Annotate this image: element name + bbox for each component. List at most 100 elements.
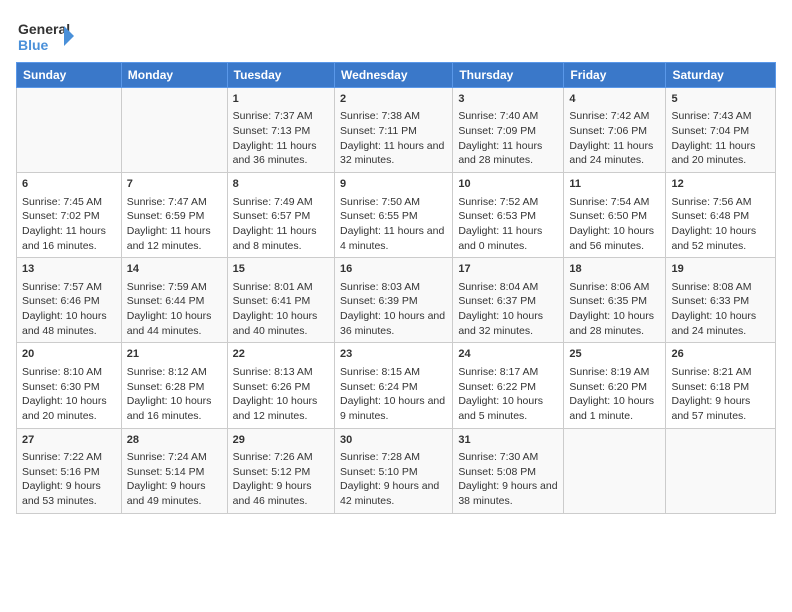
- cell-line-1: Sunset: 6:20 PM: [569, 380, 660, 395]
- day-number: 3: [458, 92, 558, 107]
- col-header-friday: Friday: [564, 63, 666, 88]
- cell-line-2: Daylight: 10 hours and 40 minutes.: [233, 309, 329, 338]
- calendar-cell-w3d0: 20Sunrise: 8:10 AMSunset: 6:30 PMDayligh…: [17, 343, 122, 428]
- logo-svg: GeneralBlue: [16, 16, 76, 56]
- day-number: 1: [233, 92, 329, 107]
- day-number: 6: [22, 177, 116, 192]
- day-number: 15: [233, 262, 329, 277]
- calendar-cell-w1d2: 8Sunrise: 7:49 AMSunset: 6:57 PMDaylight…: [227, 173, 334, 258]
- cell-line-1: Sunset: 6:28 PM: [127, 380, 222, 395]
- cell-line-1: Sunset: 6:46 PM: [22, 294, 116, 309]
- cell-line-1: Sunset: 6:33 PM: [671, 294, 770, 309]
- cell-line-2: Daylight: 10 hours and 52 minutes.: [671, 224, 770, 253]
- cell-line-0: Sunrise: 8:21 AM: [671, 365, 770, 380]
- day-number: 12: [671, 177, 770, 192]
- calendar-cell-w0d4: 3Sunrise: 7:40 AMSunset: 7:09 PMDaylight…: [453, 88, 564, 173]
- cell-line-1: Sunset: 7:06 PM: [569, 124, 660, 139]
- day-number: 2: [340, 92, 447, 107]
- calendar-cell-w2d2: 15Sunrise: 8:01 AMSunset: 6:41 PMDayligh…: [227, 258, 334, 343]
- day-number: 21: [127, 347, 222, 362]
- cell-line-0: Sunrise: 8:06 AM: [569, 280, 660, 295]
- cell-line-1: Sunset: 6:59 PM: [127, 209, 222, 224]
- cell-line-2: Daylight: 10 hours and 48 minutes.: [22, 309, 116, 338]
- col-header-monday: Monday: [121, 63, 227, 88]
- calendar-cell-w2d4: 17Sunrise: 8:04 AMSunset: 6:37 PMDayligh…: [453, 258, 564, 343]
- cell-line-2: Daylight: 11 hours and 4 minutes.: [340, 224, 447, 253]
- cell-line-0: Sunrise: 7:22 AM: [22, 450, 116, 465]
- cell-line-0: Sunrise: 8:17 AM: [458, 365, 558, 380]
- cell-line-2: Daylight: 9 hours and 53 minutes.: [22, 479, 116, 508]
- cell-line-1: Sunset: 6:41 PM: [233, 294, 329, 309]
- day-number: 7: [127, 177, 222, 192]
- cell-line-0: Sunrise: 7:52 AM: [458, 195, 558, 210]
- cell-line-2: Daylight: 10 hours and 12 minutes.: [233, 394, 329, 423]
- cell-line-2: Daylight: 9 hours and 42 minutes.: [340, 479, 447, 508]
- calendar-cell-w4d5: [564, 428, 666, 513]
- day-number: 26: [671, 347, 770, 362]
- cell-line-1: Sunset: 5:16 PM: [22, 465, 116, 480]
- col-header-thursday: Thursday: [453, 63, 564, 88]
- cell-line-0: Sunrise: 7:59 AM: [127, 280, 222, 295]
- cell-line-2: Daylight: 11 hours and 24 minutes.: [569, 139, 660, 168]
- page-header: GeneralBlue: [16, 16, 776, 56]
- day-number: 24: [458, 347, 558, 362]
- cell-line-1: Sunset: 7:13 PM: [233, 124, 329, 139]
- calendar-cell-w1d6: 12Sunrise: 7:56 AMSunset: 6:48 PMDayligh…: [666, 173, 776, 258]
- cell-line-2: Daylight: 11 hours and 36 minutes.: [233, 139, 329, 168]
- cell-line-0: Sunrise: 8:10 AM: [22, 365, 116, 380]
- calendar-cell-w2d6: 19Sunrise: 8:08 AMSunset: 6:33 PMDayligh…: [666, 258, 776, 343]
- cell-line-0: Sunrise: 7:40 AM: [458, 109, 558, 124]
- cell-line-0: Sunrise: 7:24 AM: [127, 450, 222, 465]
- cell-line-1: Sunset: 7:09 PM: [458, 124, 558, 139]
- cell-line-2: Daylight: 10 hours and 56 minutes.: [569, 224, 660, 253]
- cell-line-1: Sunset: 6:26 PM: [233, 380, 329, 395]
- logo: GeneralBlue: [16, 16, 76, 56]
- cell-line-2: Daylight: 10 hours and 36 minutes.: [340, 309, 447, 338]
- cell-line-0: Sunrise: 7:54 AM: [569, 195, 660, 210]
- cell-line-0: Sunrise: 7:37 AM: [233, 109, 329, 124]
- cell-line-2: Daylight: 10 hours and 5 minutes.: [458, 394, 558, 423]
- calendar-cell-w0d0: [17, 88, 122, 173]
- cell-line-1: Sunset: 7:04 PM: [671, 124, 770, 139]
- cell-line-1: Sunset: 6:24 PM: [340, 380, 447, 395]
- cell-line-1: Sunset: 6:18 PM: [671, 380, 770, 395]
- cell-line-2: Daylight: 10 hours and 28 minutes.: [569, 309, 660, 338]
- cell-line-0: Sunrise: 8:19 AM: [569, 365, 660, 380]
- calendar-cell-w3d3: 23Sunrise: 8:15 AMSunset: 6:24 PMDayligh…: [335, 343, 453, 428]
- cell-line-2: Daylight: 10 hours and 32 minutes.: [458, 309, 558, 338]
- cell-line-0: Sunrise: 7:47 AM: [127, 195, 222, 210]
- cell-line-2: Daylight: 11 hours and 8 minutes.: [233, 224, 329, 253]
- calendar-cell-w4d2: 29Sunrise: 7:26 AMSunset: 5:12 PMDayligh…: [227, 428, 334, 513]
- cell-line-1: Sunset: 5:10 PM: [340, 465, 447, 480]
- cell-line-0: Sunrise: 7:30 AM: [458, 450, 558, 465]
- cell-line-1: Sunset: 6:48 PM: [671, 209, 770, 224]
- day-number: 23: [340, 347, 447, 362]
- col-header-wednesday: Wednesday: [335, 63, 453, 88]
- svg-text:General: General: [18, 21, 70, 37]
- cell-line-2: Daylight: 9 hours and 49 minutes.: [127, 479, 222, 508]
- day-number: 14: [127, 262, 222, 277]
- cell-line-1: Sunset: 5:14 PM: [127, 465, 222, 480]
- calendar-cell-w3d2: 22Sunrise: 8:13 AMSunset: 6:26 PMDayligh…: [227, 343, 334, 428]
- col-header-saturday: Saturday: [666, 63, 776, 88]
- cell-line-1: Sunset: 5:12 PM: [233, 465, 329, 480]
- calendar-cell-w3d4: 24Sunrise: 8:17 AMSunset: 6:22 PMDayligh…: [453, 343, 564, 428]
- cell-line-2: Daylight: 10 hours and 24 minutes.: [671, 309, 770, 338]
- cell-line-0: Sunrise: 8:03 AM: [340, 280, 447, 295]
- calendar-cell-w3d5: 25Sunrise: 8:19 AMSunset: 6:20 PMDayligh…: [564, 343, 666, 428]
- cell-line-1: Sunset: 7:02 PM: [22, 209, 116, 224]
- col-header-tuesday: Tuesday: [227, 63, 334, 88]
- calendar-cell-w2d0: 13Sunrise: 7:57 AMSunset: 6:46 PMDayligh…: [17, 258, 122, 343]
- cell-line-2: Daylight: 9 hours and 57 minutes.: [671, 394, 770, 423]
- day-number: 5: [671, 92, 770, 107]
- cell-line-1: Sunset: 6:30 PM: [22, 380, 116, 395]
- day-number: 10: [458, 177, 558, 192]
- calendar-cell-w4d3: 30Sunrise: 7:28 AMSunset: 5:10 PMDayligh…: [335, 428, 453, 513]
- day-number: 27: [22, 433, 116, 448]
- cell-line-2: Daylight: 11 hours and 12 minutes.: [127, 224, 222, 253]
- calendar-cell-w0d5: 4Sunrise: 7:42 AMSunset: 7:06 PMDaylight…: [564, 88, 666, 173]
- calendar-cell-w2d1: 14Sunrise: 7:59 AMSunset: 6:44 PMDayligh…: [121, 258, 227, 343]
- cell-line-2: Daylight: 11 hours and 32 minutes.: [340, 139, 447, 168]
- cell-line-1: Sunset: 5:08 PM: [458, 465, 558, 480]
- calendar-cell-w4d6: [666, 428, 776, 513]
